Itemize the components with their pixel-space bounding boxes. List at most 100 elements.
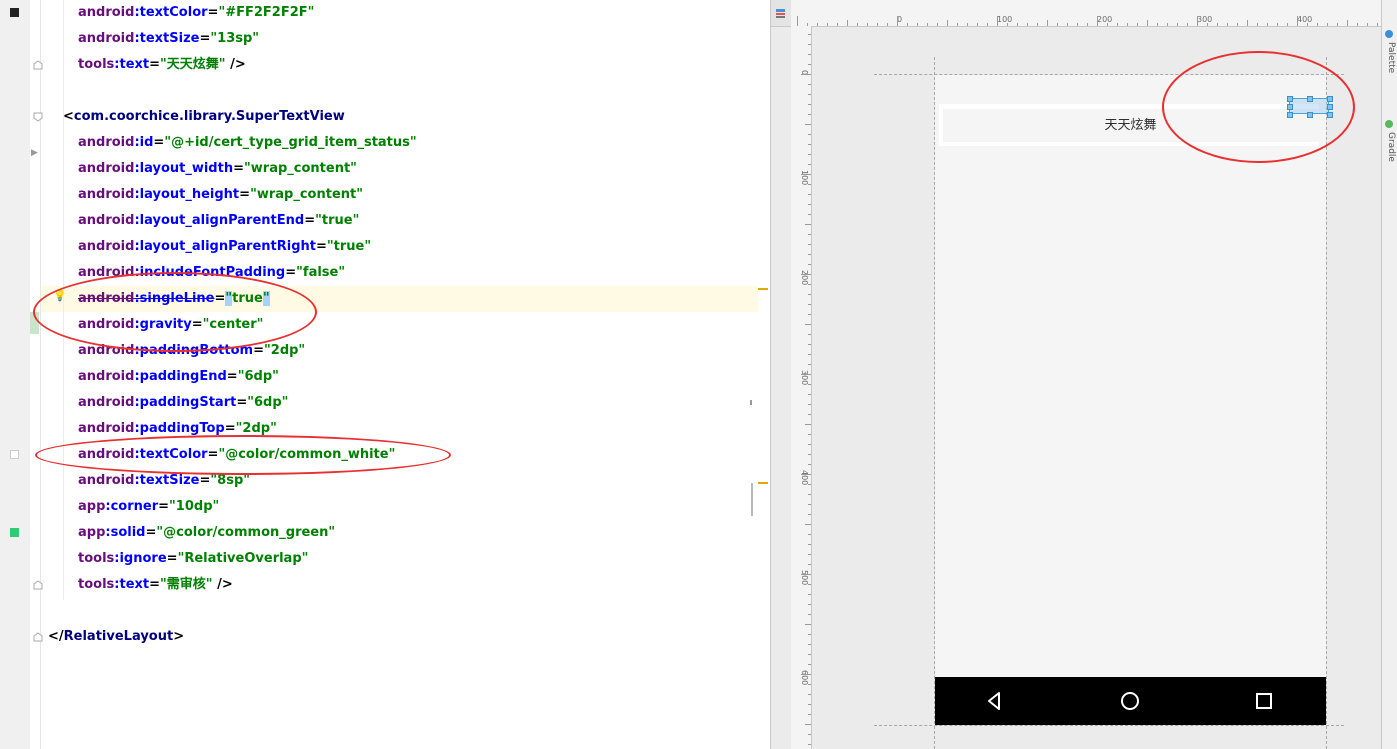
code-token: android — [78, 473, 135, 488]
code-token: "@+id/cert_type_grid_item_status" — [164, 135, 417, 150]
ruler-tick — [805, 324, 811, 325]
code-line[interactable]: android:layout_alignParentRight="true" — [78, 234, 371, 260]
ruler-tick — [808, 64, 811, 65]
fold-marker-icon[interactable] — [33, 112, 43, 122]
gradle-tab[interactable]: Gradle — [1386, 132, 1396, 162]
ruler-tick — [1367, 23, 1368, 26]
ruler-tick — [1127, 23, 1128, 26]
code-line[interactable]: android:layout_width="wrap_content" — [78, 156, 357, 182]
code-line[interactable]: app:corner="10dp" — [78, 494, 219, 520]
editor-scrollbar-thumb[interactable] — [751, 483, 753, 516]
code-token: = — [166, 551, 178, 566]
ruler-tick — [817, 23, 818, 26]
code-line[interactable]: android:id="@+id/cert_type_grid_item_sta… — [78, 130, 417, 156]
fold-marker-icon[interactable] — [33, 580, 43, 590]
gutter-arrow-icon[interactable]: ▶ — [31, 148, 38, 158]
palette-tab[interactable]: Palette — [1386, 42, 1396, 73]
ruler-tick — [1217, 23, 1218, 26]
ruler-tick — [827, 23, 828, 26]
ruler-tick — [808, 294, 811, 295]
warning-stripe-mark[interactable] — [758, 482, 768, 484]
layers-icon[interactable] — [775, 4, 786, 18]
back-icon[interactable] — [983, 689, 1007, 713]
ruler-tick — [867, 23, 868, 26]
ruler-tick — [1017, 23, 1018, 26]
ruler-tick — [1007, 23, 1008, 26]
code-token: :text — [114, 577, 150, 592]
ruler-tick — [808, 34, 811, 35]
code-token: android — [78, 239, 135, 254]
code-token: "#FF2F2F2F" — [218, 5, 315, 20]
code-token: /> — [225, 57, 246, 72]
code-line[interactable]: tools:ignore="RelativeOverlap" — [78, 546, 308, 572]
ruler-tick — [808, 244, 811, 245]
ruler-tick — [808, 284, 811, 285]
ruler-tick — [808, 594, 811, 595]
ruler-tick — [1247, 20, 1248, 26]
home-icon[interactable] — [1118, 689, 1142, 713]
ruler-tick — [1117, 23, 1118, 26]
code-token: :textSize — [134, 473, 200, 488]
gradle-icon[interactable] — [1385, 120, 1393, 128]
fold-marker-icon[interactable] — [33, 60, 43, 70]
code-line[interactable]: app:solid="@color/common_green" — [78, 520, 335, 546]
code-line[interactable]: android:layout_height="wrap_content" — [78, 182, 363, 208]
ruler-tick — [808, 204, 811, 205]
code-token: = — [304, 213, 316, 228]
ruler-tick — [808, 414, 811, 415]
ruler-tick — [808, 464, 811, 465]
code-line[interactable]: </RelativeLayout> — [48, 624, 184, 650]
ruler-label: 100 — [800, 170, 809, 186]
layout-preview-panel[interactable]: 0 100 200 300 400 0 100 200 300 400 500 600 天天炫舞 — [770, 0, 1397, 749]
code-token: tools — [78, 577, 115, 592]
ruler-tick — [1107, 23, 1108, 26]
ruler-label: 200 — [1097, 15, 1113, 24]
ruler-tick — [808, 364, 811, 365]
fold-marker-icon[interactable] — [33, 632, 43, 642]
recents-icon[interactable] — [1252, 689, 1276, 713]
device-screen[interactable]: 天天炫舞 — [935, 75, 1333, 725]
gutter-color-swatch-dark[interactable] — [10, 8, 19, 17]
code-token: "2dp" — [264, 343, 306, 358]
error-stripe — [758, 0, 770, 749]
code-token: app — [78, 499, 106, 514]
code-token: = — [149, 577, 161, 592]
code-token: = — [253, 343, 264, 358]
code-line[interactable]: tools:text="天天炫舞" /> — [78, 52, 246, 78]
code-line[interactable]: android:layout_alignParentEnd="true" — [78, 208, 359, 234]
ruler-tick — [808, 444, 811, 445]
code-editor[interactable]: ▶ 💡 android:textColor="#FF2F2F2F" android… — [0, 0, 770, 749]
horizontal-ruler: 0 100 200 300 400 — [791, 0, 1381, 27]
ruler-label: 400 — [1297, 15, 1313, 24]
code-token: "false" — [296, 265, 346, 280]
code-token: > — [173, 629, 185, 644]
gutter-color-swatch-white[interactable] — [10, 450, 19, 459]
code-line[interactable]: <com.coorchice.library.SuperTextView — [63, 104, 345, 130]
ruler-tick — [808, 114, 811, 115]
ruler-tick — [1287, 23, 1288, 26]
ruler-tick — [808, 494, 811, 495]
code-line[interactable]: tools:text="需审核" /> — [78, 572, 233, 598]
editor-gutter — [0, 0, 30, 749]
gutter-color-swatch-green[interactable] — [10, 528, 19, 537]
ruler-tick — [808, 44, 811, 45]
code-token: "wrap_content" — [244, 161, 357, 176]
design-canvas[interactable]: 天天炫舞 — [812, 27, 1381, 749]
code-token: = — [226, 369, 238, 384]
palette-icon[interactable] — [1385, 30, 1393, 38]
code-line[interactable]: android:paddingEnd="6dp" — [78, 364, 279, 390]
ruler-tick — [1267, 23, 1268, 26]
ruler-label: 600 — [800, 670, 809, 686]
ruler-tick — [808, 184, 811, 185]
ruler-label: 300 — [800, 370, 809, 386]
ruler-tick — [808, 404, 811, 405]
warning-stripe-mark[interactable] — [758, 288, 768, 290]
ruler-tick — [808, 484, 811, 485]
code-line[interactable]: android:paddingStart="6dp" — [78, 390, 288, 416]
code-token: android — [78, 31, 135, 46]
code-line[interactable]: android:textSize="13sp" — [78, 26, 259, 52]
code-line[interactable]: android:textColor="#FF2F2F2F" — [78, 0, 314, 26]
code-token: :solid — [105, 525, 146, 540]
ruler-tick — [1027, 23, 1028, 26]
vertical-ruler: 0 100 200 300 400 500 600 — [791, 26, 812, 749]
